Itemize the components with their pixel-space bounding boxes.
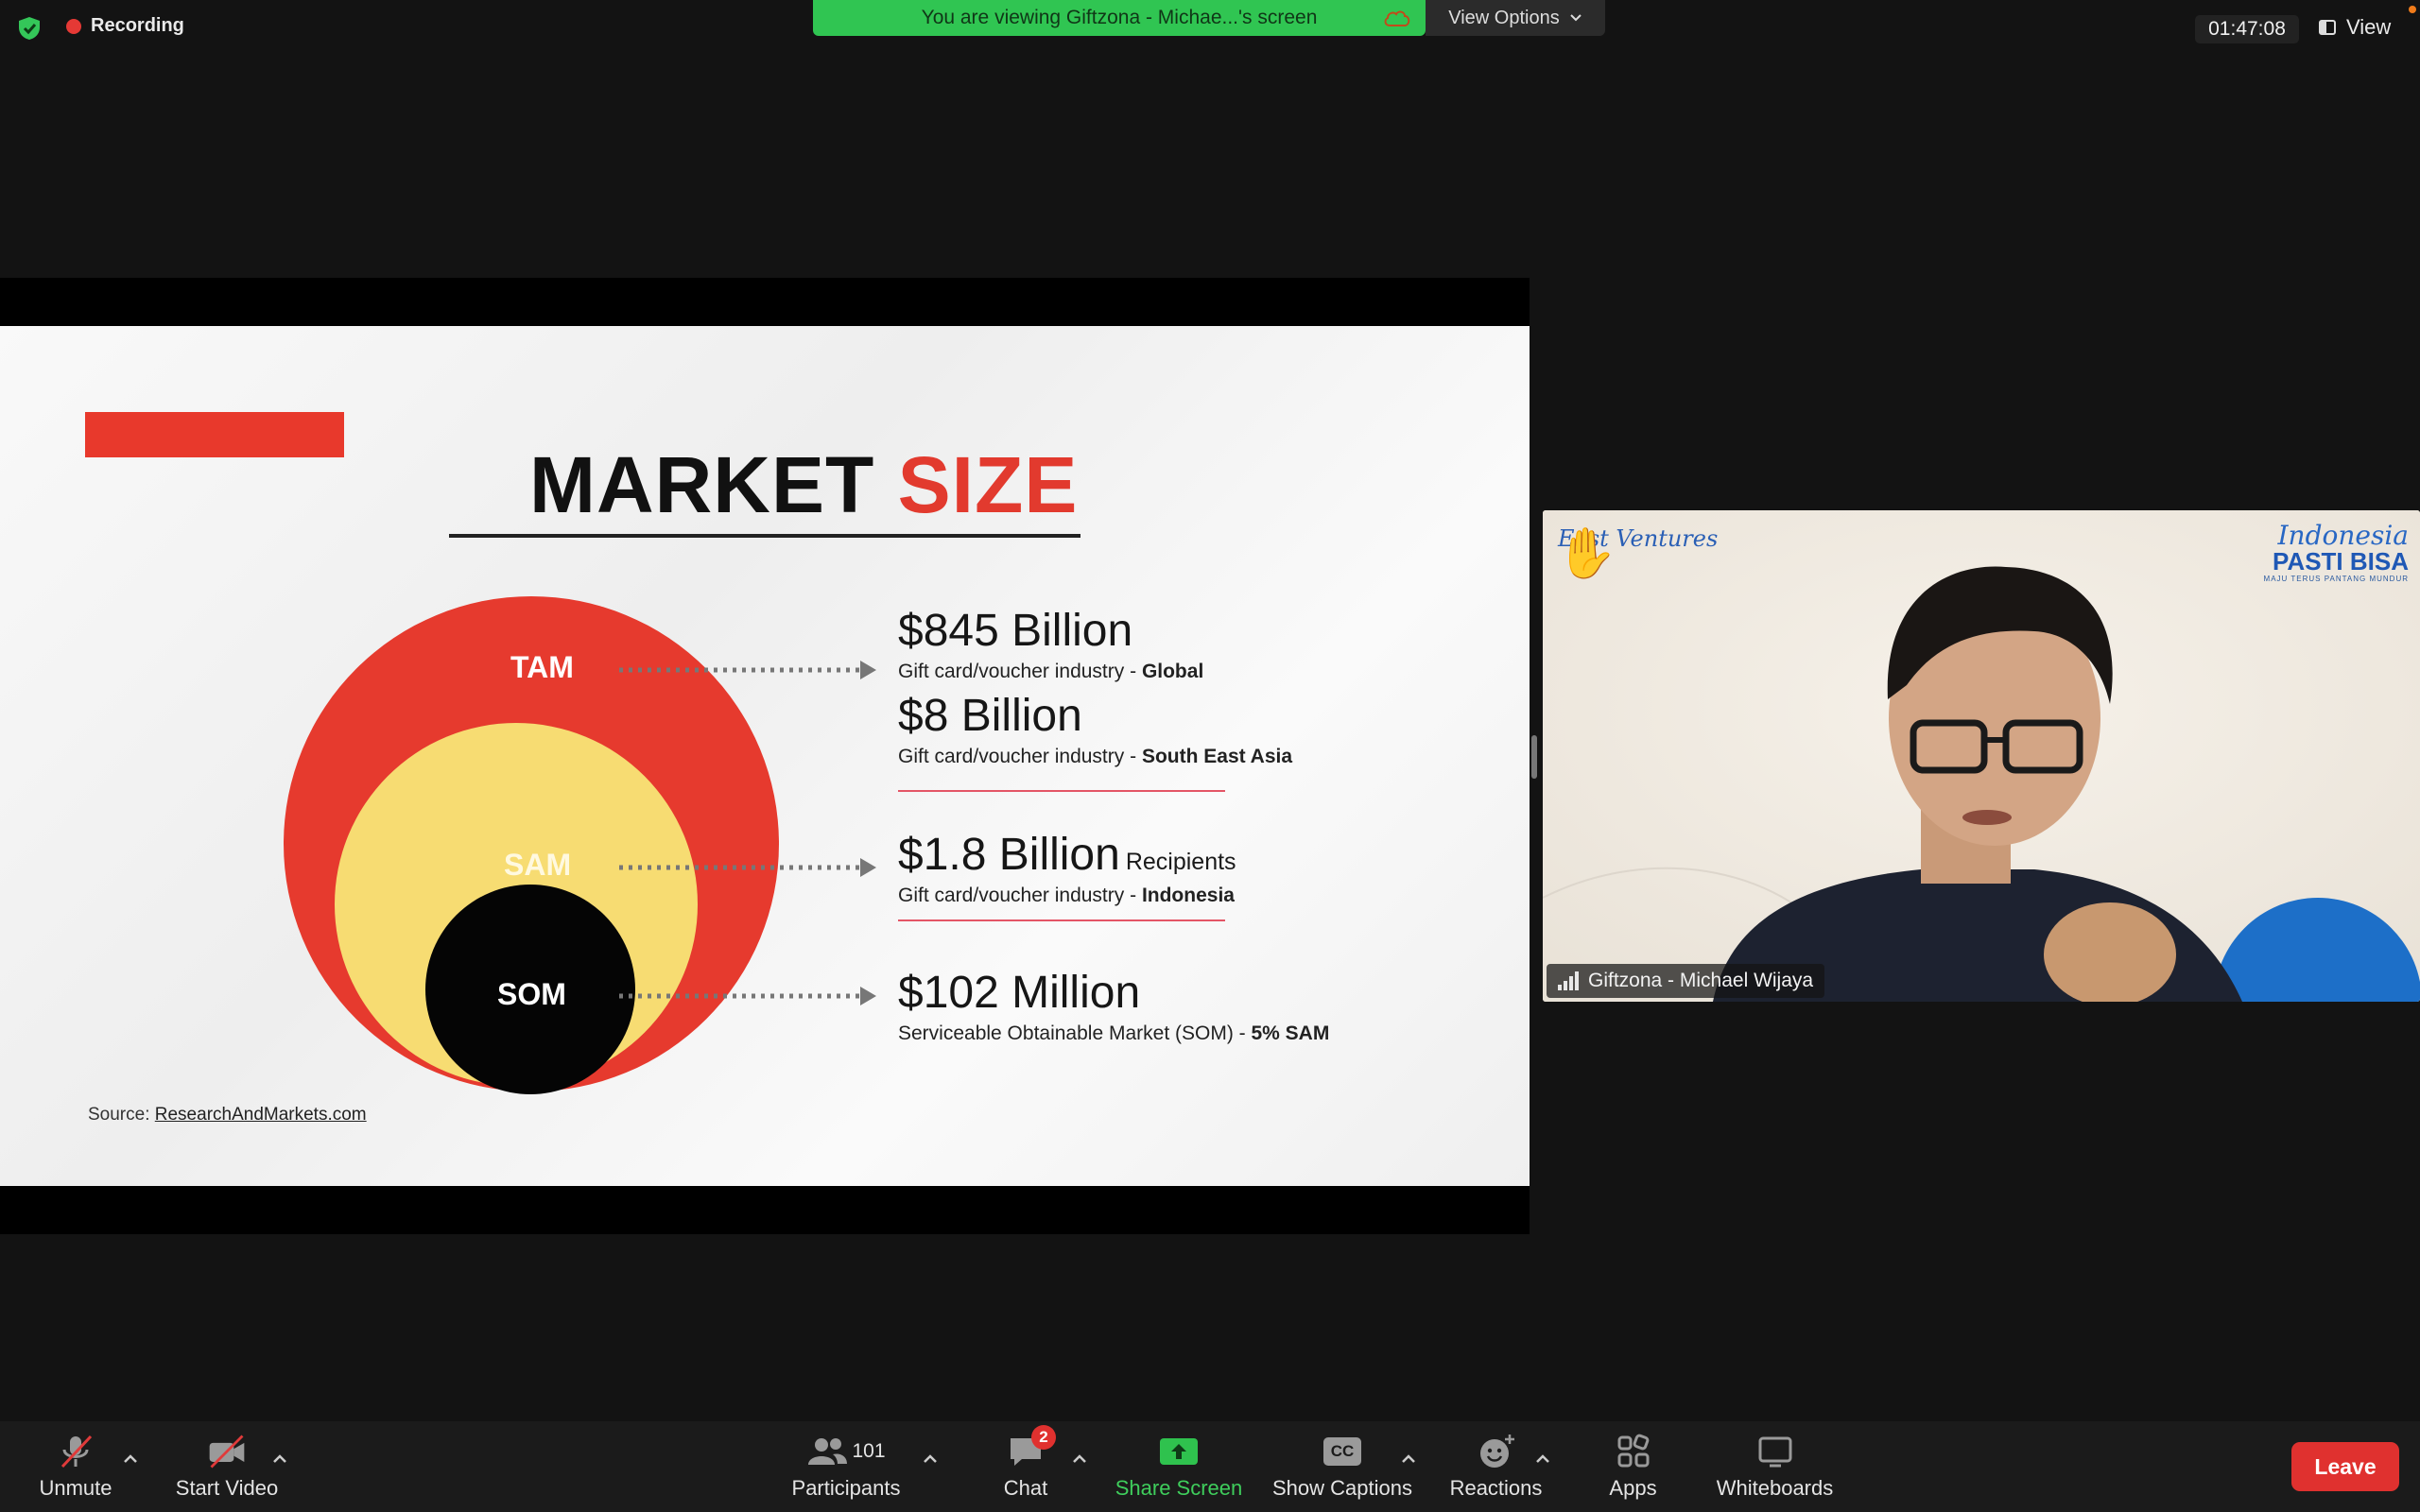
participants-options-caret-icon[interactable] — [921, 1450, 940, 1469]
stat-description: Serviceable Obtainable Market (SOM) - 5%… — [898, 1022, 1330, 1044]
connection-signal-icon — [1558, 971, 1579, 990]
closed-captions-icon: CC — [1322, 1433, 1363, 1470]
microphone-muted-icon — [55, 1433, 96, 1470]
recording-indicator[interactable]: Recording — [66, 15, 184, 37]
stat-value: $1.8 Billion Recipients — [898, 830, 1236, 880]
stat-extra-note: Recipients — [1125, 849, 1236, 875]
stat-description: Gift card/voucher industry - South East … — [898, 746, 1293, 767]
participant-video-tile[interactable]: East Ventures Indonesia PASTI BISA MAJU … — [1543, 510, 2420, 1002]
stat-description: Gift card/voucher industry - Global — [898, 661, 1204, 682]
som-label: SOM — [497, 977, 566, 1011]
stat-value: $102 Million — [898, 968, 1141, 1018]
whiteboards-label: Whiteboards — [1716, 1476, 1834, 1500]
whiteboards-button[interactable]: Whiteboards — [1711, 1421, 1839, 1512]
show-captions-label: Show Captions — [1272, 1476, 1412, 1500]
share-screen-icon — [1158, 1433, 1200, 1470]
stat-sea: $8 Billion Gift card/voucher industry - … — [898, 690, 1292, 768]
viewing-screen-banner: You are viewing Giftzona - Michae...'s s… — [813, 0, 1426, 36]
source-link: ResearchAndMarkets.com — [154, 1105, 367, 1125]
view-layout-icon — [2319, 20, 2336, 35]
share-screen-button[interactable]: Share Screen — [1111, 1421, 1247, 1512]
audio-options-caret-icon[interactable] — [121, 1450, 140, 1469]
video-feed — [1543, 510, 2420, 1002]
market-size-diagram — [284, 596, 876, 1094]
som-arrowhead — [860, 987, 876, 1005]
stat-som: $102 Million Serviceable Obtainable Mark… — [898, 967, 1329, 1045]
show-captions-button[interactable]: CC Show Captions — [1267, 1421, 1418, 1512]
view-options-label: View Options — [1448, 7, 1560, 28]
chat-bubble-icon: 2 — [1005, 1425, 1056, 1470]
start-video-button[interactable]: Start Video — [170, 1421, 284, 1512]
stat-value: $845 Billion — [898, 606, 1133, 656]
sam-label: SAM — [504, 848, 572, 882]
top-bar: Recording You are viewing Giftzona - Mic… — [0, 0, 2420, 55]
chevron-down-icon — [1570, 14, 1582, 22]
chat-label: Chat — [1003, 1476, 1048, 1500]
security-shield-icon[interactable] — [17, 16, 42, 41]
participants-button[interactable]: 101 Participants — [785, 1421, 908, 1512]
participants-label: Participants — [791, 1476, 901, 1500]
tam-arrowhead — [860, 661, 876, 679]
view-button[interactable]: View — [2318, 15, 2391, 40]
participant-name-tag: Giftzona - Michael Wijaya — [1547, 964, 1825, 998]
reactions-options-caret-icon[interactable] — [1533, 1450, 1552, 1469]
stat-sam: $1.8 Billion Recipients Gift card/voucher… — [898, 829, 1236, 907]
viewing-screen-text: You are viewing Giftzona - Michae...'s s… — [921, 7, 1318, 28]
apps-label: Apps — [1609, 1476, 1657, 1500]
unmute-button[interactable]: Unmute — [28, 1421, 123, 1512]
raise-hand-icon: ✋ — [1556, 526, 1617, 581]
unmute-label: Unmute — [39, 1476, 112, 1500]
chat-unread-badge: 2 — [1031, 1425, 1056, 1450]
chat-button[interactable]: 2 Chat — [988, 1421, 1063, 1512]
leave-button[interactable]: Leave — [2291, 1442, 2399, 1491]
stat-tam: $845 Billion Gift card/voucher industry … — [898, 605, 1203, 683]
stat-divider — [898, 919, 1225, 921]
meeting-toolbar: Unmute Start Video 101 Participants 2 Ch… — [0, 1421, 2420, 1512]
captions-options-caret-icon[interactable] — [1399, 1450, 1418, 1469]
apps-grid-icon — [1613, 1433, 1654, 1470]
view-options-button[interactable]: View Options — [1426, 0, 1605, 36]
sam-arrowhead — [860, 858, 876, 877]
panel-resize-handle[interactable] — [1531, 735, 1537, 779]
notification-dot — [2409, 6, 2416, 13]
cloud-recording-icon — [1384, 10, 1410, 26]
share-screen-label: Share Screen — [1115, 1476, 1243, 1500]
slide-source: Source: ResearchAndMarkets.com — [88, 1105, 367, 1125]
participants-icon-group: 101 — [806, 1433, 886, 1470]
chat-options-caret-icon[interactable] — [1070, 1450, 1089, 1469]
presentation-slide: MARKET SIZE TAM SAM SOM $845 Billion Gif… — [0, 326, 1530, 1186]
stat-description: Gift card/voucher industry - Indonesia — [898, 885, 1235, 906]
tam-label: TAM — [510, 650, 574, 684]
reactions-label: Reactions — [1449, 1476, 1543, 1500]
participant-name: Giftzona - Michael Wijaya — [1588, 970, 1814, 991]
recording-dot-icon — [66, 18, 81, 34]
meeting-timer: 01:47:08 — [2195, 15, 2299, 43]
apps-button[interactable]: Apps — [1598, 1421, 1668, 1512]
stat-value: $8 Billion — [898, 691, 1082, 741]
whiteboard-icon — [1754, 1433, 1796, 1470]
recording-label: Recording — [91, 15, 184, 36]
participants-icon — [806, 1433, 848, 1470]
video-options-caret-icon[interactable] — [270, 1450, 289, 1469]
view-label: View — [2346, 15, 2392, 39]
participants-count: 101 — [852, 1440, 886, 1462]
video-camera-off-icon — [206, 1433, 248, 1470]
stat-divider — [898, 790, 1225, 792]
indonesia-pasti-bisa-logo: Indonesia PASTI BISA MAJU TERUS PANTANG … — [2263, 520, 2409, 583]
smiley-add-icon — [1476, 1433, 1517, 1470]
start-video-label: Start Video — [175, 1476, 279, 1500]
